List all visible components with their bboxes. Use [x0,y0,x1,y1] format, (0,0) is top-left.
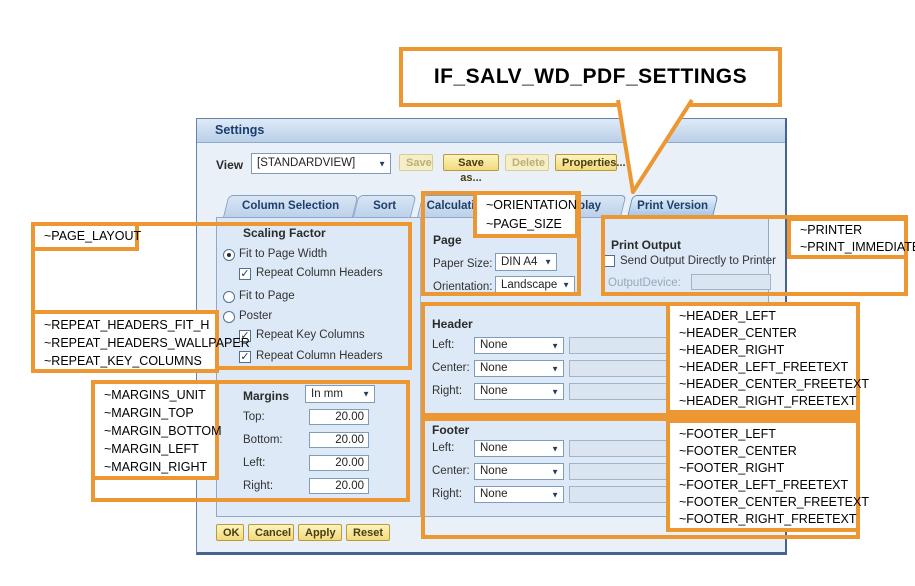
annotation-repeat-params: ~REPEAT_HEADERS_FIT_H ~REPEAT_HEADERS_WA… [31,310,219,373]
annotation-footer-params: ~FOOTER_LEFT ~FOOTER_CENTER ~FOOTER_RIGH… [666,419,860,532]
annotation-page-layout: ~PAGE_LAYOUT [31,222,139,251]
view-select[interactable]: [STANDARDVIEW] ▼ [251,153,391,174]
delete-button: Delete [505,154,549,171]
view-select-value: [STANDARDVIEW] [257,154,355,173]
tab-sort[interactable]: Sort [353,195,416,217]
annotation-printer-params: ~PRINTER ~PRINT_IMMEDIATE [787,217,908,259]
reset-button[interactable]: Reset [346,524,390,541]
apply-button[interactable]: Apply [298,524,342,541]
save-as-button[interactable]: Save as... [443,154,499,171]
annotation-pointer-triangle [600,96,710,198]
view-label: View [216,158,243,172]
tab-print-version[interactable]: Print Version [627,195,718,217]
annotation-page-params: ~ORIENTATION ~PAGE_SIZE [473,191,579,238]
annotation-header-params: ~HEADER_LEFT ~HEADER_CENTER ~HEADER_RIGH… [666,302,860,414]
annotation-margin-params: ~MARGINS_UNIT ~MARGIN_TOP ~MARGIN_BOTTOM… [91,380,219,480]
save-button: Save [399,154,433,171]
annotation-title-callout: IF_SALV_WD_PDF_SETTINGS [399,47,782,107]
tab-column-selection[interactable]: Column Selection [223,195,358,217]
chevron-down-icon: ▼ [378,159,386,168]
ok-button[interactable]: OK [216,524,244,541]
page-background: Settings View [STANDARDVIEW] ▼ Save Save… [0,0,915,586]
cancel-button[interactable]: Cancel [248,524,294,541]
